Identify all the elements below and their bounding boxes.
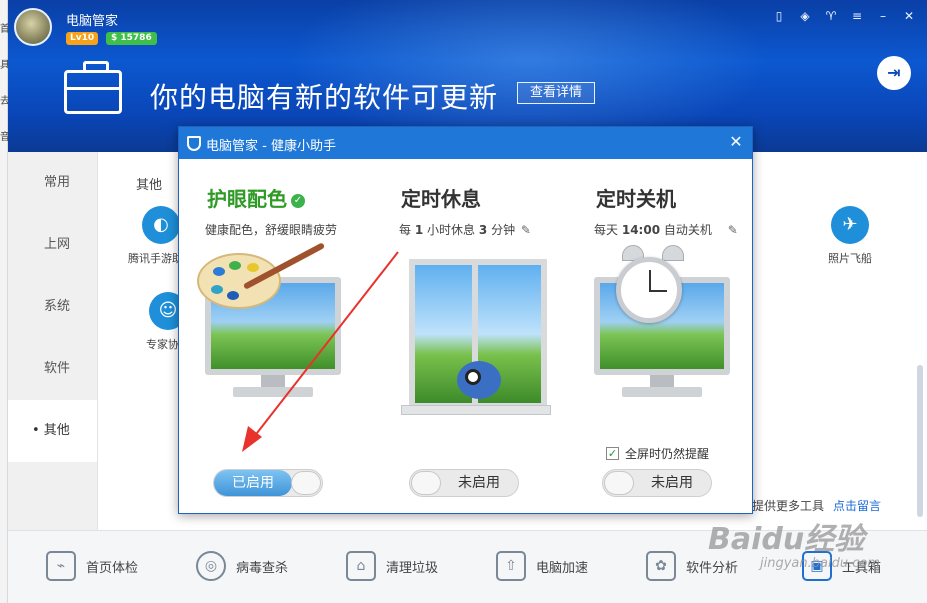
- app-title: 电脑管家: [66, 14, 119, 29]
- phone-icon[interactable]: ▯: [771, 8, 787, 24]
- baidu-watermark: Baidu经验: [708, 522, 865, 557]
- dialog-close-icon[interactable]: ✕: [726, 132, 746, 152]
- toolbox-icon: [64, 61, 122, 114]
- toggle-knob: [411, 471, 441, 495]
- background-window-edge: 首 具 去 音: [0, 0, 10, 603]
- tool-photo-ship[interactable]: ✈ 照片飞船: [815, 206, 885, 266]
- dialog-titlebar: 电脑管家 - 健康小助手 ✕: [179, 127, 752, 159]
- checkup-icon: ⌁: [46, 551, 76, 581]
- timed-rest-toggle[interactable]: 未启用: [409, 469, 519, 497]
- feature-description: 每 1 小时休息 3 分钟 ✎: [399, 223, 533, 237]
- menu-icon[interactable]: ≡: [849, 8, 865, 24]
- enabled-check-icon: ✓: [291, 193, 305, 208]
- toggle-label: 未启用: [651, 475, 693, 491]
- nav-speedup[interactable]: ⇧ 电脑加速: [496, 551, 588, 581]
- baidu-watermark-url: jingyan.baidu.com: [760, 556, 880, 571]
- nav-clean[interactable]: ⌂ 清理垃圾: [346, 551, 438, 581]
- close-icon[interactable]: ✕: [901, 8, 917, 24]
- timed-shutdown-toggle[interactable]: 未启用: [602, 469, 712, 497]
- nav-label: 清理垃圾: [386, 560, 439, 576]
- feedback-link[interactable]: 点击留言: [833, 497, 881, 514]
- alarm-clock-icon: [616, 257, 682, 323]
- feature-title-text: 护眼配色: [207, 187, 287, 211]
- sidebar-item-common[interactable]: 常用: [8, 152, 97, 214]
- feature-description: 每天 14:00 自动关机 ✎: [594, 223, 740, 237]
- more-tools-text: 提供更多工具: [752, 499, 825, 513]
- update-headline: 你的电脑有新的软件可更新: [150, 81, 499, 114]
- nav-label: 电脑加速: [536, 560, 589, 576]
- rocket-icon: ⇧: [496, 551, 526, 581]
- nav-label: 软件分析: [686, 560, 739, 576]
- toggle-knob: [291, 471, 321, 495]
- alarm-bell-right: [662, 245, 684, 261]
- fullscreen-reminder-option[interactable]: ✓ 全屏时仍然提醒: [606, 445, 709, 462]
- software-icon: ✿: [646, 551, 676, 581]
- health-assistant-dialog: 电脑管家 - 健康小助手 ✕ 护眼配色 ✓ 健康配色，舒缓眼睛疲劳 已启用 定时休…: [178, 126, 753, 514]
- view-details-button[interactable]: 查看详情: [517, 82, 596, 104]
- scrollbar[interactable]: [917, 365, 923, 517]
- toggle-label: 未启用: [458, 475, 500, 491]
- sidebar-item-other[interactable]: • 其他: [8, 400, 97, 462]
- edit-pencil-icon[interactable]: ✎: [521, 223, 533, 237]
- avatar[interactable]: [14, 8, 52, 46]
- window-sill: [401, 405, 551, 415]
- nav-checkup[interactable]: ⌁ 首页体检: [46, 551, 138, 581]
- feature-timed-rest: 定时休息 每 1 小时休息 3 分钟 ✎ 未启用: [371, 159, 561, 513]
- sidebar: 常用 上网 系统 软件 • 其他: [8, 152, 98, 530]
- edit-pencil-icon[interactable]: ✎: [728, 223, 740, 237]
- eye-care-toggle[interactable]: 已启用: [213, 469, 323, 497]
- spaceship-icon: ✈: [831, 206, 869, 244]
- feature-eye-care: 护眼配色 ✓ 健康配色，舒缓眼睛疲劳 已启用: [179, 159, 369, 513]
- nav-label: 首页体检: [86, 560, 139, 576]
- feature-title: 护眼配色 ✓: [207, 183, 305, 212]
- tool-label: 照片飞船: [828, 252, 872, 265]
- content-tab-other: 其他: [136, 178, 163, 193]
- level-badge[interactable]: Lv10: [66, 32, 99, 45]
- toggle-label: 已启用: [214, 470, 292, 496]
- feature-title: 定时休息: [401, 187, 481, 211]
- nav-label: 病毒查杀: [236, 560, 289, 576]
- exit-icon[interactable]: ⇥: [877, 56, 911, 90]
- dialog-title: 电脑管家 - 健康小助手: [206, 139, 336, 154]
- feature-title: 定时关机: [596, 187, 676, 211]
- bird-icon: [457, 361, 501, 399]
- sidebar-item-software[interactable]: 软件: [8, 338, 97, 400]
- fullscreen-reminder-label: 全屏时仍然提醒: [625, 447, 710, 461]
- feature-description: 健康配色，舒缓眼睛疲劳: [205, 223, 338, 237]
- rest-interval-hours: 1: [414, 223, 424, 237]
- coin-badge[interactable]: $ 15786: [106, 32, 157, 45]
- nav-virus-scan[interactable]: ◎ 病毒查杀: [196, 551, 288, 581]
- fullscreen-reminder-checkbox[interactable]: ✓: [606, 447, 619, 460]
- shield-icon[interactable]: ◈: [797, 8, 813, 24]
- rest-duration-minutes: 3: [478, 223, 488, 237]
- virus-scan-icon: ◎: [196, 551, 226, 581]
- window-controls: ▯ ◈ ♈ ≡ – ✕: [771, 8, 917, 24]
- toggle-knob: [604, 471, 634, 495]
- gamepad-icon: ◐: [142, 206, 180, 244]
- shield-logo-icon: [187, 136, 201, 151]
- sidebar-item-system[interactable]: 系统: [8, 276, 97, 338]
- shutdown-time: 14:00: [621, 223, 661, 237]
- minimize-icon[interactable]: –: [875, 8, 891, 24]
- feature-timed-shutdown: 定时关机 每天 14:00 自动关机 ✎ ✓ 全屏时仍然提醒 未启用: [564, 159, 754, 513]
- sidebar-item-internet[interactable]: 上网: [8, 214, 97, 276]
- broom-icon: ⌂: [346, 551, 376, 581]
- shirt-skin-icon[interactable]: ♈: [823, 8, 839, 24]
- palette-icon: [197, 253, 281, 309]
